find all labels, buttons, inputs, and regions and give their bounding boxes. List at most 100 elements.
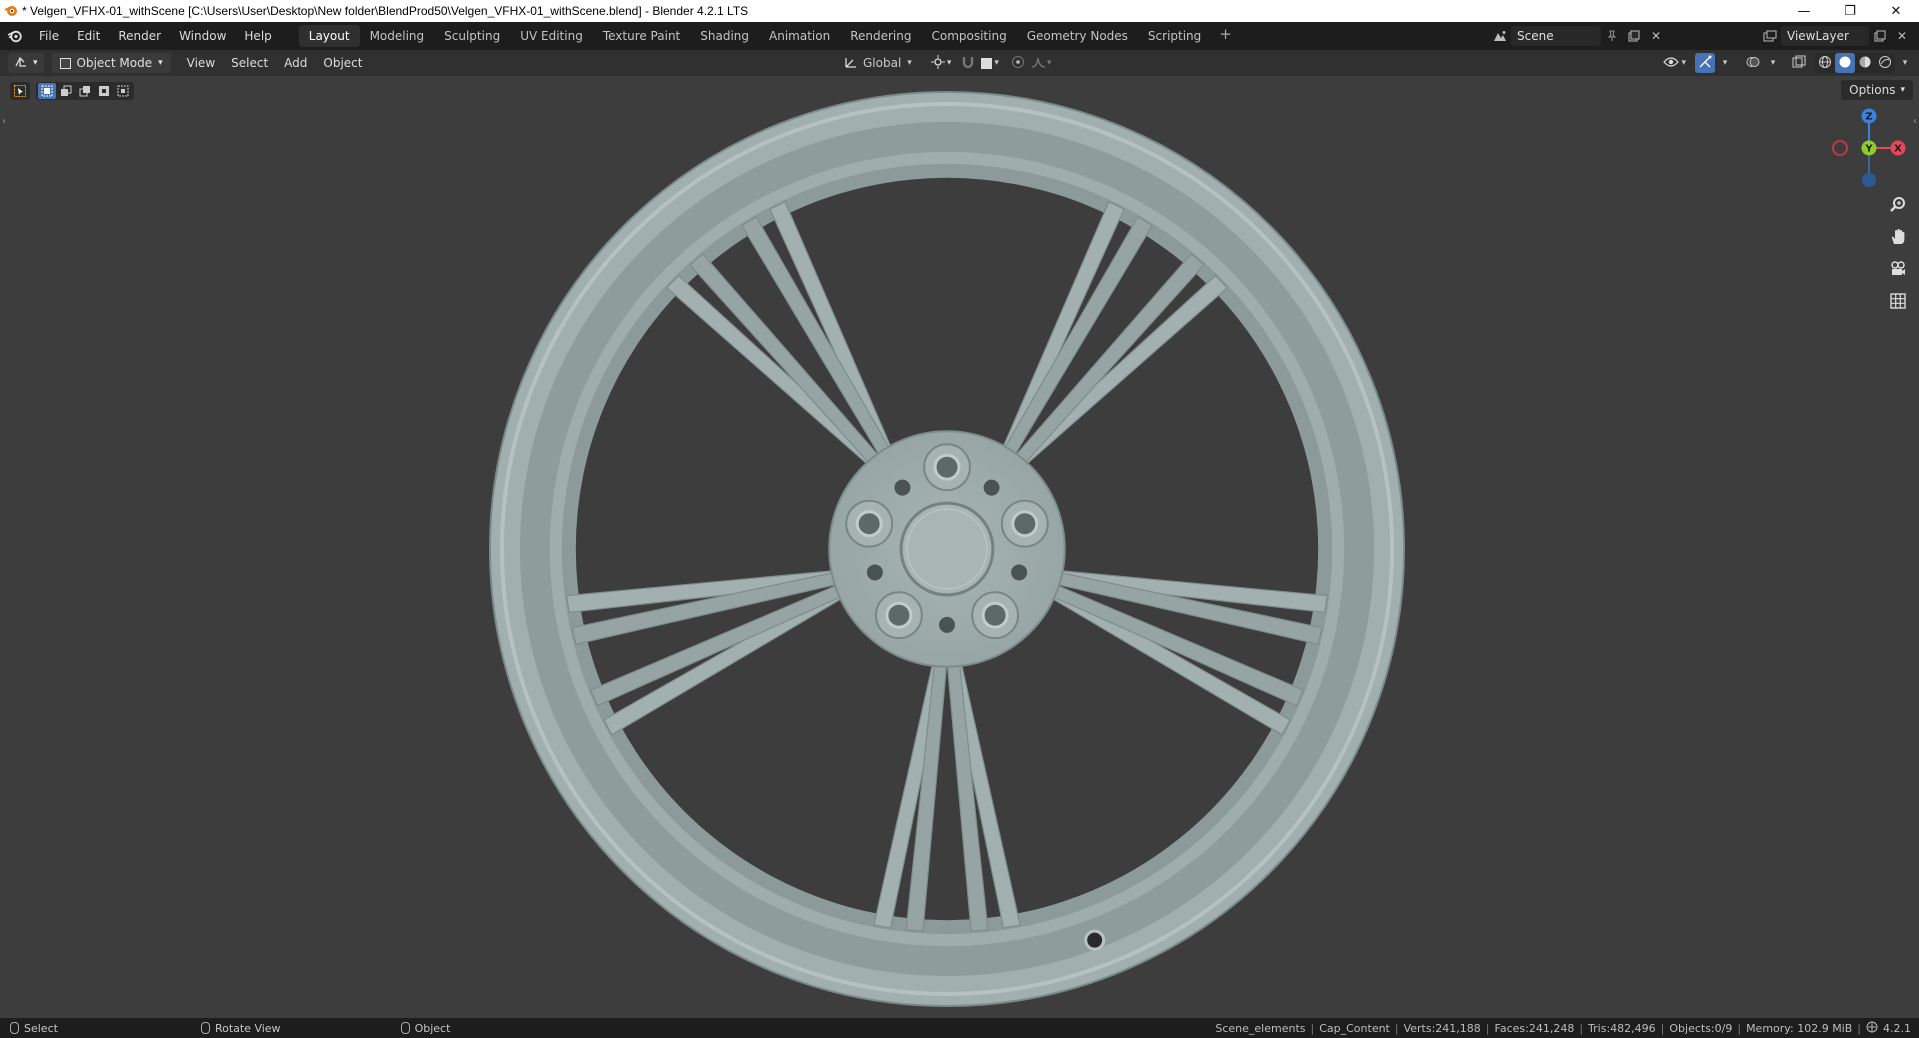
pan-button[interactable] — [1885, 226, 1911, 252]
gizmo-neg-x-handle[interactable] — [1832, 140, 1848, 156]
lug-hole — [981, 601, 1009, 629]
view-layer-name: ViewLayer — [1787, 29, 1849, 43]
select-new-icon — [41, 82, 53, 101]
tab-modeling[interactable]: Modeling — [360, 25, 435, 47]
camera-view-button[interactable] — [1885, 258, 1911, 284]
menu-window[interactable]: Window — [170, 25, 235, 47]
relief-hole — [939, 616, 955, 633]
tab-uv-editing[interactable]: UV Editing — [510, 25, 593, 47]
gizmo-dropdown[interactable]: ▾ — [1715, 53, 1735, 73]
options-dropdown[interactable]: Options ▾ — [1841, 80, 1913, 100]
grid-icon — [1889, 292, 1907, 314]
stat-objects: Objects:0/9 — [1669, 1021, 1733, 1035]
mouse-left-icon — [10, 1022, 19, 1034]
rendered-shading-button[interactable] — [1875, 53, 1895, 73]
tab-scripting[interactable]: Scripting — [1138, 25, 1211, 47]
tab-texture-paint[interactable]: Texture Paint — [593, 25, 690, 47]
view-layer-name-field[interactable]: ViewLayer — [1781, 26, 1869, 46]
restore-button[interactable]: ❐ — [1827, 0, 1873, 22]
hand-icon — [1889, 228, 1907, 250]
new-view-layer-icon[interactable] — [1869, 26, 1891, 46]
object-visibility-dropdown[interactable]: ▾ — [1660, 53, 1689, 73]
tab-compositing[interactable]: Compositing — [921, 25, 1016, 47]
navigation-gizmo[interactable]: Z X Y — [1829, 108, 1909, 188]
navigation-buttons — [1885, 194, 1911, 316]
lug-hole — [1011, 510, 1039, 538]
stat-verts: Verts:241,188 — [1403, 1021, 1481, 1035]
proportional-editing-toggle[interactable] — [1008, 53, 1028, 73]
wheel-model[interactable] — [488, 90, 1406, 1008]
chevron-down-icon: ▾ — [1681, 58, 1686, 68]
relief-hole — [866, 564, 883, 581]
toolbar-expand-icon[interactable]: › — [2, 116, 6, 127]
sidebar-expand-icon[interactable]: ‹ — [1913, 116, 1917, 127]
editor-type-dropdown[interactable]: ▾ — [8, 53, 44, 73]
menu-object[interactable]: Object — [315, 53, 370, 73]
view-layer-icon[interactable] — [1759, 26, 1781, 46]
select-intersect-icon — [117, 82, 129, 101]
snap-toggle[interactable] — [958, 53, 978, 73]
scene-name-field[interactable]: Scene — [1511, 26, 1601, 46]
gpu-icon — [1866, 1021, 1878, 1036]
select-invert-button[interactable] — [95, 83, 113, 99]
shading-mode-group — [1815, 53, 1895, 73]
xray-toggle[interactable] — [1789, 53, 1809, 73]
eye-icon — [1663, 56, 1680, 71]
zoom-button[interactable] — [1885, 194, 1911, 220]
snap-target-dropdown[interactable]: ▾ — [978, 53, 1002, 73]
3d-viewport[interactable]: › ‹ Options ▾ Z X Y — [0, 76, 1919, 1018]
chevron-down-icon: ▾ — [1046, 58, 1052, 68]
tab-geometry-nodes[interactable]: Geometry Nodes — [1017, 25, 1138, 47]
pivot-point-dropdown[interactable]: ▾ — [928, 53, 955, 73]
wireframe-shading-button[interactable] — [1815, 53, 1835, 73]
minimize-button[interactable]: — — [1781, 0, 1827, 22]
new-scene-icon[interactable] — [1623, 26, 1645, 46]
delete-scene-icon[interactable]: ✕ — [1645, 26, 1667, 46]
shading-options-dropdown[interactable]: ▾ — [1895, 53, 1915, 73]
delete-view-layer-icon[interactable]: ✕ — [1891, 26, 1913, 46]
lug-hole — [933, 453, 961, 481]
transform-orientation-dropdown[interactable]: Global ▾ — [838, 53, 918, 73]
gizmo-toggle[interactable] — [1695, 53, 1715, 73]
tab-layout[interactable]: Layout — [298, 25, 360, 47]
select-tool-button[interactable] — [10, 82, 30, 100]
status-select-label: Select — [24, 1021, 58, 1035]
tab-rendering[interactable]: Rendering — [840, 25, 921, 47]
menu-edit[interactable]: Edit — [68, 25, 109, 47]
mouse-right-icon — [400, 1022, 410, 1034]
stat-tris: Tris:482,496 — [1588, 1021, 1656, 1035]
scene-icon[interactable] — [1489, 26, 1511, 46]
status-select-hint: Select — [0, 1022, 58, 1035]
menu-help[interactable]: Help — [235, 25, 280, 47]
menu-add[interactable]: Add — [276, 53, 315, 73]
pin-icon[interactable] — [1601, 26, 1623, 46]
close-window-button[interactable]: ✕ — [1873, 0, 1919, 22]
menu-render[interactable]: Render — [109, 25, 170, 47]
chevron-down-icon: ▾ — [1902, 58, 1908, 68]
select-extend-button[interactable] — [57, 83, 75, 99]
solid-shading-button[interactable] — [1835, 53, 1855, 73]
menu-view[interactable]: View — [179, 53, 223, 73]
select-set-new-button[interactable] — [38, 83, 56, 99]
tab-sculpting[interactable]: Sculpting — [434, 25, 510, 47]
overlays-dropdown[interactable]: ▾ — [1763, 53, 1783, 73]
material-preview-button[interactable] — [1855, 53, 1875, 73]
tab-shading[interactable]: Shading — [690, 25, 759, 47]
object-mode-dropdown[interactable]: Object Mode ▾ — [51, 53, 171, 73]
add-workspace-button[interactable]: + — [1211, 25, 1240, 47]
workspace-tabs: Layout Modeling Sculpting UV Editing Tex… — [298, 25, 1240, 47]
perspective-toggle-button[interactable] — [1885, 290, 1911, 316]
menu-select[interactable]: Select — [223, 53, 276, 73]
select-subtract-button[interactable] — [76, 83, 94, 99]
select-intersect-button[interactable] — [114, 83, 132, 99]
magnet-icon — [962, 55, 974, 72]
menu-file[interactable]: File — [30, 25, 68, 47]
select-extend-icon — [60, 82, 72, 101]
blender-menu-icon[interactable] — [0, 22, 30, 50]
tab-animation[interactable]: Animation — [759, 25, 840, 47]
gizmo-neg-z-handle[interactable] — [1862, 173, 1876, 187]
overlays-toggle[interactable] — [1743, 53, 1763, 73]
stat-memory: Memory: 102.9 MiB — [1746, 1021, 1853, 1035]
snap-increment-icon — [981, 57, 993, 69]
proportional-falloff-dropdown[interactable]: ▾ — [1028, 53, 1055, 73]
